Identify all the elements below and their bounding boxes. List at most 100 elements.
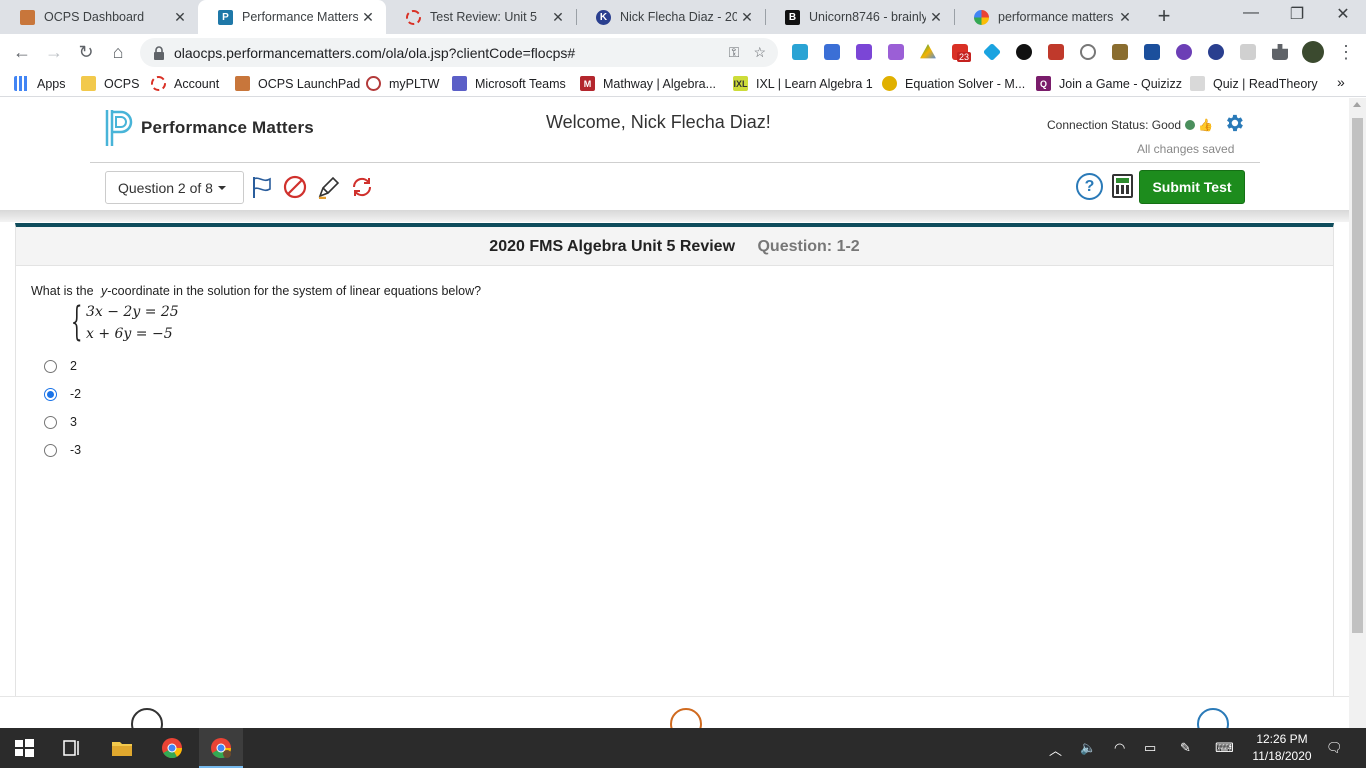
highlighter-icon[interactable]: [317, 175, 341, 199]
radio-button-selected[interactable]: [44, 387, 57, 401]
clock-time: 12:26 PM: [1256, 732, 1308, 746]
profile-avatar-icon[interactable]: [1302, 41, 1324, 63]
taskbar-clock[interactable]: 12:26 PM 11/18/2020: [1246, 731, 1318, 765]
close-tab-icon[interactable]: ✕: [170, 9, 190, 26]
gear-icon[interactable]: [1223, 112, 1245, 134]
bookmark-readtheory[interactable]: Quiz | ReadTheory: [1190, 76, 1318, 91]
address-bar[interactable]: olaocps.performancematters.com/ola/ola.j…: [140, 38, 778, 67]
flag-icon[interactable]: [250, 175, 274, 199]
touch-keyboard-icon[interactable]: ⌨: [1215, 740, 1234, 756]
answer-choice-2[interactable]: -2: [44, 387, 81, 401]
close-tab-icon[interactable]: ✕: [1115, 9, 1135, 26]
bookmark-equation-solver[interactable]: Equation Solver - M...: [882, 76, 1025, 91]
browser-tab-nick-flecha[interactable]: K Nick Flecha Diaz - 2020 ✕: [576, 0, 765, 34]
shield-extension-icon[interactable]: [1112, 44, 1128, 60]
purple-extension-icon[interactable]: [856, 44, 872, 60]
volume-icon[interactable]: 🔈: [1080, 740, 1096, 756]
drive-extension-icon[interactable]: [920, 44, 936, 59]
pen-workspace-icon[interactable]: ✎: [1180, 740, 1191, 756]
battery-icon[interactable]: ▭: [1144, 740, 1156, 756]
choice-label: -2: [70, 387, 82, 401]
close-tab-icon[interactable]: ✕: [737, 9, 757, 26]
home-icon[interactable]: ⌂: [106, 40, 130, 64]
choice-label: -3: [70, 443, 82, 457]
calculator-icon[interactable]: [1112, 174, 1133, 198]
tw-extension-icon[interactable]: [888, 44, 904, 60]
radio-button[interactable]: [44, 415, 57, 429]
bookmark-mypltw[interactable]: myPLTW: [366, 76, 439, 91]
next-question-icon[interactable]: [1197, 708, 1229, 728]
browser-tab-performance-matters[interactable]: P Performance Matters | C ✕: [198, 0, 386, 34]
previous-question-icon[interactable]: [131, 708, 163, 728]
submit-test-button[interactable]: Submit Test: [1139, 170, 1245, 204]
file-explorer-icon[interactable]: [110, 736, 134, 760]
bookmark-apps[interactable]: Apps: [14, 76, 66, 91]
show-hidden-icons-icon[interactable]: ︿: [1049, 740, 1062, 759]
forward-icon[interactable]: →: [42, 40, 66, 64]
close-tab-icon[interactable]: ✕: [548, 9, 568, 26]
k-extension-icon[interactable]: [1208, 44, 1224, 60]
help-button[interactable]: ?: [1076, 173, 1103, 200]
header-divider: [90, 162, 1260, 163]
puzzle-extensions-icon[interactable]: [1272, 44, 1288, 60]
back-icon[interactable]: ←: [10, 40, 34, 64]
restore-icon[interactable]: ❐: [1274, 4, 1320, 24]
bookmarks-bar: Apps OCPS Account OCPS LaunchPad myPLTW …: [0, 71, 1366, 97]
bookmark-mathway[interactable]: M Mathway | Algebra...: [580, 76, 716, 91]
one-extension-icon[interactable]: [1016, 44, 1032, 60]
bookmark-ocps[interactable]: OCPS: [81, 76, 139, 91]
answer-eliminator-icon[interactable]: [283, 175, 307, 199]
chrome-profile-icon[interactable]: [209, 736, 233, 760]
grey-extension-icon[interactable]: [1240, 44, 1256, 60]
pr-extension-icon[interactable]: [1144, 44, 1160, 60]
diamond-extension-icon[interactable]: [982, 42, 1002, 62]
atom-icon: [366, 76, 381, 91]
wifi-icon[interactable]: ◠: [1114, 740, 1125, 756]
notifications-icon[interactable]: 🗨: [1326, 740, 1343, 756]
answer-choice-3[interactable]: 3: [44, 415, 77, 429]
browser-tab-ocps-dashboard[interactable]: OCPS Dashboard ✕: [0, 0, 198, 34]
purple-badge-extension-icon[interactable]: [1176, 44, 1192, 60]
apps-grid-icon: [14, 76, 29, 91]
translate-extension-icon[interactable]: [824, 44, 840, 60]
bookmark-microsoft-teams[interactable]: Microsoft Teams: [452, 76, 566, 91]
close-tab-icon[interactable]: ✕: [926, 9, 946, 26]
pause-icon[interactable]: [670, 708, 702, 728]
new-tab-icon[interactable]: +: [1152, 5, 1176, 29]
loading-spinner-icon: [406, 9, 421, 25]
task-view-icon[interactable]: [60, 736, 84, 760]
bookmark-star-icon[interactable]: ☆: [753, 44, 766, 61]
book-extension-icon[interactable]: [1048, 44, 1064, 60]
answer-choice-1[interactable]: 2: [44, 359, 77, 373]
scroll-up-icon[interactable]: [1353, 102, 1361, 107]
bookmark-quizizz[interactable]: Q Join a Game - Quizizz: [1036, 76, 1182, 91]
browser-tab-brainly[interactable]: B Unicorn8746 - brainly.c ✕: [765, 0, 954, 34]
question-selector[interactable]: Question 2 of 8: [105, 171, 244, 204]
radio-button[interactable]: [44, 443, 57, 457]
bookmark-ixl[interactable]: IXL IXL | Learn Algebra 1: [733, 76, 873, 91]
bookmarks-overflow-icon[interactable]: »: [1337, 74, 1345, 90]
bookmark-ocps-launchpad[interactable]: OCPS LaunchPad: [235, 76, 360, 91]
scrollbar-thumb[interactable]: [1352, 118, 1363, 633]
radio-button[interactable]: [44, 359, 57, 373]
cloud-extension-icon[interactable]: [792, 44, 808, 60]
chrome-icon[interactable]: [160, 736, 184, 760]
choice-label: 3: [70, 415, 77, 429]
browser-tab-test-review[interactable]: Test Review: Unit 5 ✕: [386, 0, 576, 34]
windows-start-icon[interactable]: [12, 736, 36, 760]
more-menu-icon[interactable]: ⋮: [1334, 40, 1358, 64]
browser-tab-google-search[interactable]: performance matters al ✕: [954, 0, 1143, 34]
saved-status: All changes saved: [1137, 142, 1235, 156]
bookmark-label: Apps: [37, 76, 66, 91]
close-window-icon[interactable]: ✕: [1320, 4, 1366, 24]
minimize-icon[interactable]: —: [1228, 4, 1274, 22]
close-tab-icon[interactable]: ✕: [358, 9, 378, 26]
bookmark-label: Mathway | Algebra...: [603, 76, 717, 91]
reset-icon[interactable]: [350, 175, 374, 199]
globe-extension-icon[interactable]: [1080, 44, 1096, 60]
reload-icon[interactable]: ↻: [74, 40, 98, 64]
page-scrollbar[interactable]: [1349, 98, 1366, 728]
bookmark-account[interactable]: Account: [151, 76, 219, 91]
answer-choice-4[interactable]: -3: [44, 443, 81, 457]
key-icon[interactable]: ⚿: [729, 44, 740, 61]
